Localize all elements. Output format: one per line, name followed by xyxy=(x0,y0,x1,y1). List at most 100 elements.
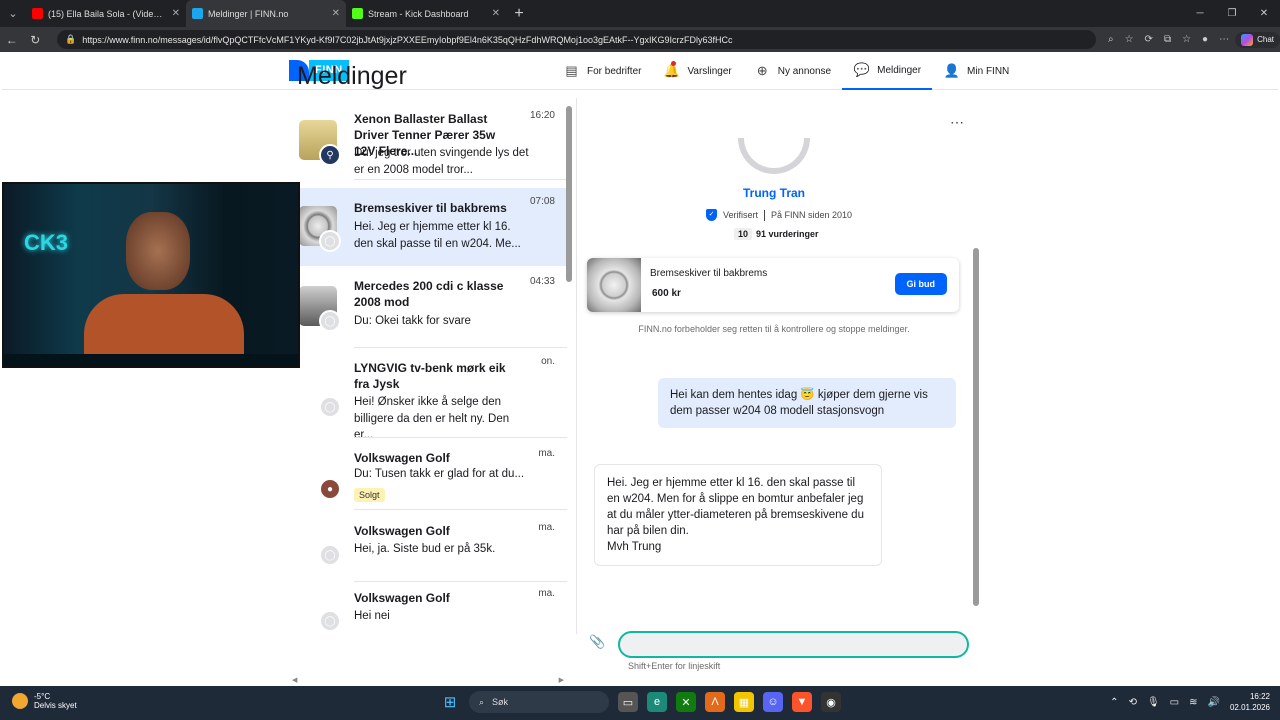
restore-icon[interactable]: ❐ xyxy=(1216,8,1248,19)
split-icon[interactable]: ⧉ xyxy=(1164,34,1171,45)
conversation-item[interactable]: ⚲ Xenon Ballaster Ballast Driver Tenner … xyxy=(297,102,567,180)
conversation-item[interactable]: ◯ Volkswagen Golf Hei nei ma. xyxy=(297,582,567,634)
nav-for-bedrifter[interactable]: ▤ For bedrifter xyxy=(552,52,652,90)
youtube-icon xyxy=(32,8,43,19)
tray-overflow-icon[interactable]: ⌃ xyxy=(1110,697,1118,708)
user-avatar: ◯ xyxy=(319,230,341,252)
tab-youtube[interactable]: (15) Ella Baila Sola - (Video Of ✕ xyxy=(26,0,186,27)
wifi-icon[interactable]: ≋ xyxy=(1189,697,1197,708)
ad-card[interactable]: Bremseskiver til bakbrems 600 kr Gi bud xyxy=(587,258,959,312)
conversation-item[interactable]: ◯ LYNGVIG tv-benk mørk eik fra Jysk Hei!… xyxy=(297,348,567,441)
user-avatar: ◯ xyxy=(319,610,341,632)
display-icon[interactable]: ▭ xyxy=(1170,697,1179,708)
message-text: Hei. Jeg er hjemme etter kl 16. den skal… xyxy=(607,477,864,537)
volume-icon[interactable]: 🔊 xyxy=(1208,697,1220,708)
building-icon: ▤ xyxy=(565,63,578,78)
weather-text: Delvis skyet xyxy=(34,701,77,710)
rating-row[interactable]: 10 91 vurderinger xyxy=(734,228,819,240)
kick-icon xyxy=(352,8,363,19)
network-icon[interactable]: ⟲ xyxy=(1129,697,1137,708)
conversation-time: 16:20 xyxy=(529,110,555,121)
nav-label: Ny annonse xyxy=(777,65,832,77)
obs-icon[interactable]: ◉ xyxy=(821,692,841,712)
clock-date: 02.01.2026 xyxy=(1229,703,1270,712)
scroll-thumb[interactable] xyxy=(566,106,572,282)
minimize-icon[interactable]: ─ xyxy=(1184,8,1216,19)
chat-scrollbar[interactable] xyxy=(972,196,980,618)
conversation-preview: Hei. Jeg er hjemme etter kl 16. den skal… xyxy=(354,221,521,250)
windows-start-icon[interactable]: ⊞ xyxy=(440,692,460,712)
browser-chrome: ⌄ (15) Ella Baila Sola - (Video Of ✕ Mel… xyxy=(0,0,1280,52)
more-icon[interactable]: ⋯ xyxy=(1219,34,1229,45)
favorite-icon[interactable]: ☆ xyxy=(1125,34,1134,45)
conversation-title: Mercedes 200 cdi c klasse 2008 mod xyxy=(354,279,504,309)
new-tab-icon[interactable]: + xyxy=(506,5,532,23)
scroll-thumb[interactable] xyxy=(973,248,979,606)
nav-label: Varslinger xyxy=(687,65,732,77)
nav-varslinger[interactable]: 🔔 Varslinger xyxy=(652,52,742,90)
close-tab-icon[interactable]: ✕ xyxy=(332,8,340,19)
horizontal-scrollbar[interactable]: ◀ ▶ xyxy=(292,676,564,684)
conversation-item[interactable]: ● Volkswagen Golf Du: Tusen takk er glad… xyxy=(297,438,567,510)
site-header: FINN ▤ For bedrifter 🔔 Varslinger ⊕ Ny a… xyxy=(2,52,1278,90)
close-window-icon[interactable]: ✕ xyxy=(1248,8,1280,19)
url-text: https://www.finn.no/messages/id/flvQpQCT… xyxy=(82,34,733,45)
zoom-icon[interactable]: ⌕ xyxy=(1108,34,1114,45)
attachment-icon[interactable]: 📎 xyxy=(589,634,605,650)
close-tab-icon[interactable]: ✕ xyxy=(172,8,180,19)
sold-badge: Solgt xyxy=(354,488,385,502)
nav-min-finn[interactable]: 👤 Min FINN xyxy=(932,52,1020,90)
weather-widget[interactable]: -5°C Delvis skyet xyxy=(12,692,77,710)
tab-finn[interactable]: Meldinger | FINN.no ✕ xyxy=(186,0,346,27)
profile-icon[interactable]: ● xyxy=(1202,34,1208,45)
tab-title: Meldinger | FINN.no xyxy=(208,8,289,19)
webcam-overlay: CK3 xyxy=(2,182,300,368)
seller-name[interactable]: Trung Tran xyxy=(584,186,964,200)
message-input[interactable] xyxy=(618,631,969,658)
conversation-title: Volkswagen Golf xyxy=(354,451,450,465)
back-icon[interactable]: ← xyxy=(0,33,24,47)
conversation-item[interactable]: ◯ Mercedes 200 cdi c klasse 2008 mod Du:… xyxy=(297,268,567,348)
discord-icon[interactable]: ☺ xyxy=(763,692,783,712)
verified-label: Verifisert xyxy=(723,210,759,220)
conversation-list-scrollbar[interactable] xyxy=(565,100,573,634)
conversation-title: Volkswagen Golf xyxy=(354,591,450,605)
refresh-icon[interactable]: ↻ xyxy=(24,33,48,47)
conversation-item-active[interactable]: ◯ Bremseskiver til bakbrems Hei. Jeg er … xyxy=(297,188,567,266)
conversation-item[interactable]: ◯ Volkswagen Golf Hei, ja. Siste bud er … xyxy=(297,510,567,582)
main-nav: ▤ For bedrifter 🔔 Varslinger ⊕ Ny annons… xyxy=(552,52,1020,90)
tab-bar: ⌄ (15) Ella Baila Sola - (Video Of ✕ Mel… xyxy=(0,0,1280,27)
give-bid-button[interactable]: Gi bud xyxy=(894,273,947,295)
copilot-chat-button[interactable]: Chat xyxy=(1235,31,1280,48)
collections-icon[interactable]: ☆ xyxy=(1182,34,1191,45)
nav-label: Min FINN xyxy=(967,65,1010,77)
nav-meldinger[interactable]: 💬 Meldinger xyxy=(842,52,933,90)
nav-ny-annonse[interactable]: ⊕ Ny annonse xyxy=(743,52,842,90)
panel-divider xyxy=(576,98,577,634)
microphone-icon[interactable]: 🎙 xyxy=(1147,697,1160,708)
ad-image xyxy=(587,258,641,312)
close-tab-icon[interactable]: ✕ xyxy=(492,8,500,19)
brave-icon[interactable]: ▼ xyxy=(792,692,812,712)
taskbar-search[interactable]: ⌕ Søk xyxy=(469,691,609,713)
system-tray: ⌃ ⟲ 🎙 ▭ ≋ 🔊 16:22 02.01.2026 xyxy=(1110,691,1270,713)
edge-icon[interactable]: e xyxy=(647,692,667,712)
search-icon: ⌕ xyxy=(479,696,485,707)
copilot-icon xyxy=(1241,33,1254,46)
chat-label: Chat xyxy=(1257,35,1274,44)
chat-panel: ⋯ Trung Tran ✓ Verifisert På FINN siden … xyxy=(584,98,986,634)
scroll-right-icon[interactable]: ▶ xyxy=(559,676,564,684)
more-options-icon[interactable]: ⋯ xyxy=(950,114,964,131)
scroll-left-icon[interactable]: ◀ xyxy=(292,676,297,684)
extensions-icon[interactable]: ⟳ xyxy=(1145,34,1153,45)
task-view-icon[interactable]: ▭ xyxy=(618,692,638,712)
tab-list-icon[interactable]: ⌄ xyxy=(0,0,26,27)
tab-kick[interactable]: Stream - Kick Dashboard ✕ xyxy=(346,0,506,27)
conversation-time: ma. xyxy=(538,588,555,599)
xbox-icon[interactable]: ✕ xyxy=(676,692,696,712)
verified-row: ✓ Verifisert På FINN siden 2010 xyxy=(706,209,852,221)
address-bar[interactable]: 🔒 https://www.finn.no/messages/id/flvQpQ… xyxy=(57,30,1096,49)
store-icon[interactable]: ▦ xyxy=(734,692,754,712)
app-icon[interactable]: Λ xyxy=(705,692,725,712)
clock[interactable]: 16:22 02.01.2026 xyxy=(1230,691,1270,713)
